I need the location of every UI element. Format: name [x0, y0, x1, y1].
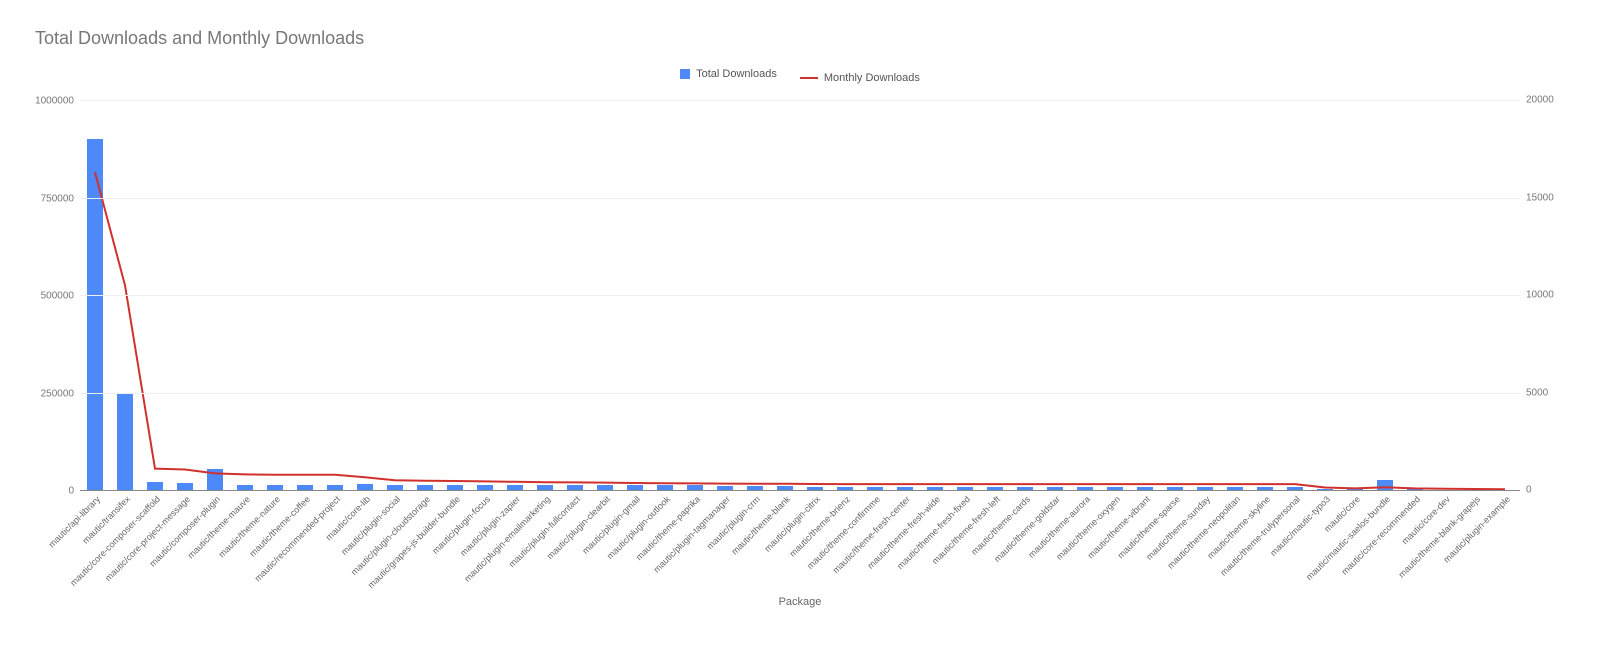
bar[interactable] — [87, 139, 104, 490]
y-right-tick: 10000 — [1526, 290, 1554, 301]
x-tick-label: mautic/api-library — [47, 494, 103, 550]
legend-swatch-bar-icon — [680, 69, 690, 79]
chart-container: Total Downloads and Monthly Downloads To… — [0, 0, 1600, 660]
y-right-tick: 20000 — [1526, 95, 1554, 106]
x-axis-title: Package — [0, 596, 1600, 608]
bar[interactable] — [117, 393, 134, 491]
bar[interactable] — [147, 482, 164, 490]
x-tick-label: mautic/plugin-crm — [705, 494, 762, 551]
legend-swatch-line-icon — [800, 77, 818, 79]
chart-legend: Total Downloads Monthly Downloads — [0, 68, 1600, 84]
chart-title: Total Downloads and Monthly Downloads — [35, 28, 364, 49]
bar[interactable] — [207, 469, 224, 490]
x-tick-label: mautic/plugin-citrix — [762, 494, 822, 554]
plot-area: 0250000500000750000100000005000100001500… — [80, 100, 1520, 490]
y-left-tick: 0 — [68, 486, 74, 497]
y-right-tick: 0 — [1526, 485, 1532, 496]
y-left-tick: 750000 — [41, 193, 74, 204]
x-axis-labels: mautic/api-librarymautic/transifexmautic… — [80, 490, 1520, 610]
bar[interactable] — [177, 483, 194, 490]
bar[interactable] — [1377, 480, 1394, 490]
legend-item-total: Total Downloads — [680, 68, 777, 80]
y-left-tick: 500000 — [41, 291, 74, 302]
y-left-tick: 250000 — [41, 388, 74, 399]
y-left-tick: 1000000 — [35, 96, 74, 107]
legend-item-monthly: Monthly Downloads — [800, 72, 920, 84]
legend-label-monthly: Monthly Downloads — [824, 72, 920, 84]
legend-label-total: Total Downloads — [696, 68, 777, 80]
y-right-tick: 5000 — [1526, 387, 1548, 398]
y-right-tick: 15000 — [1526, 192, 1554, 203]
